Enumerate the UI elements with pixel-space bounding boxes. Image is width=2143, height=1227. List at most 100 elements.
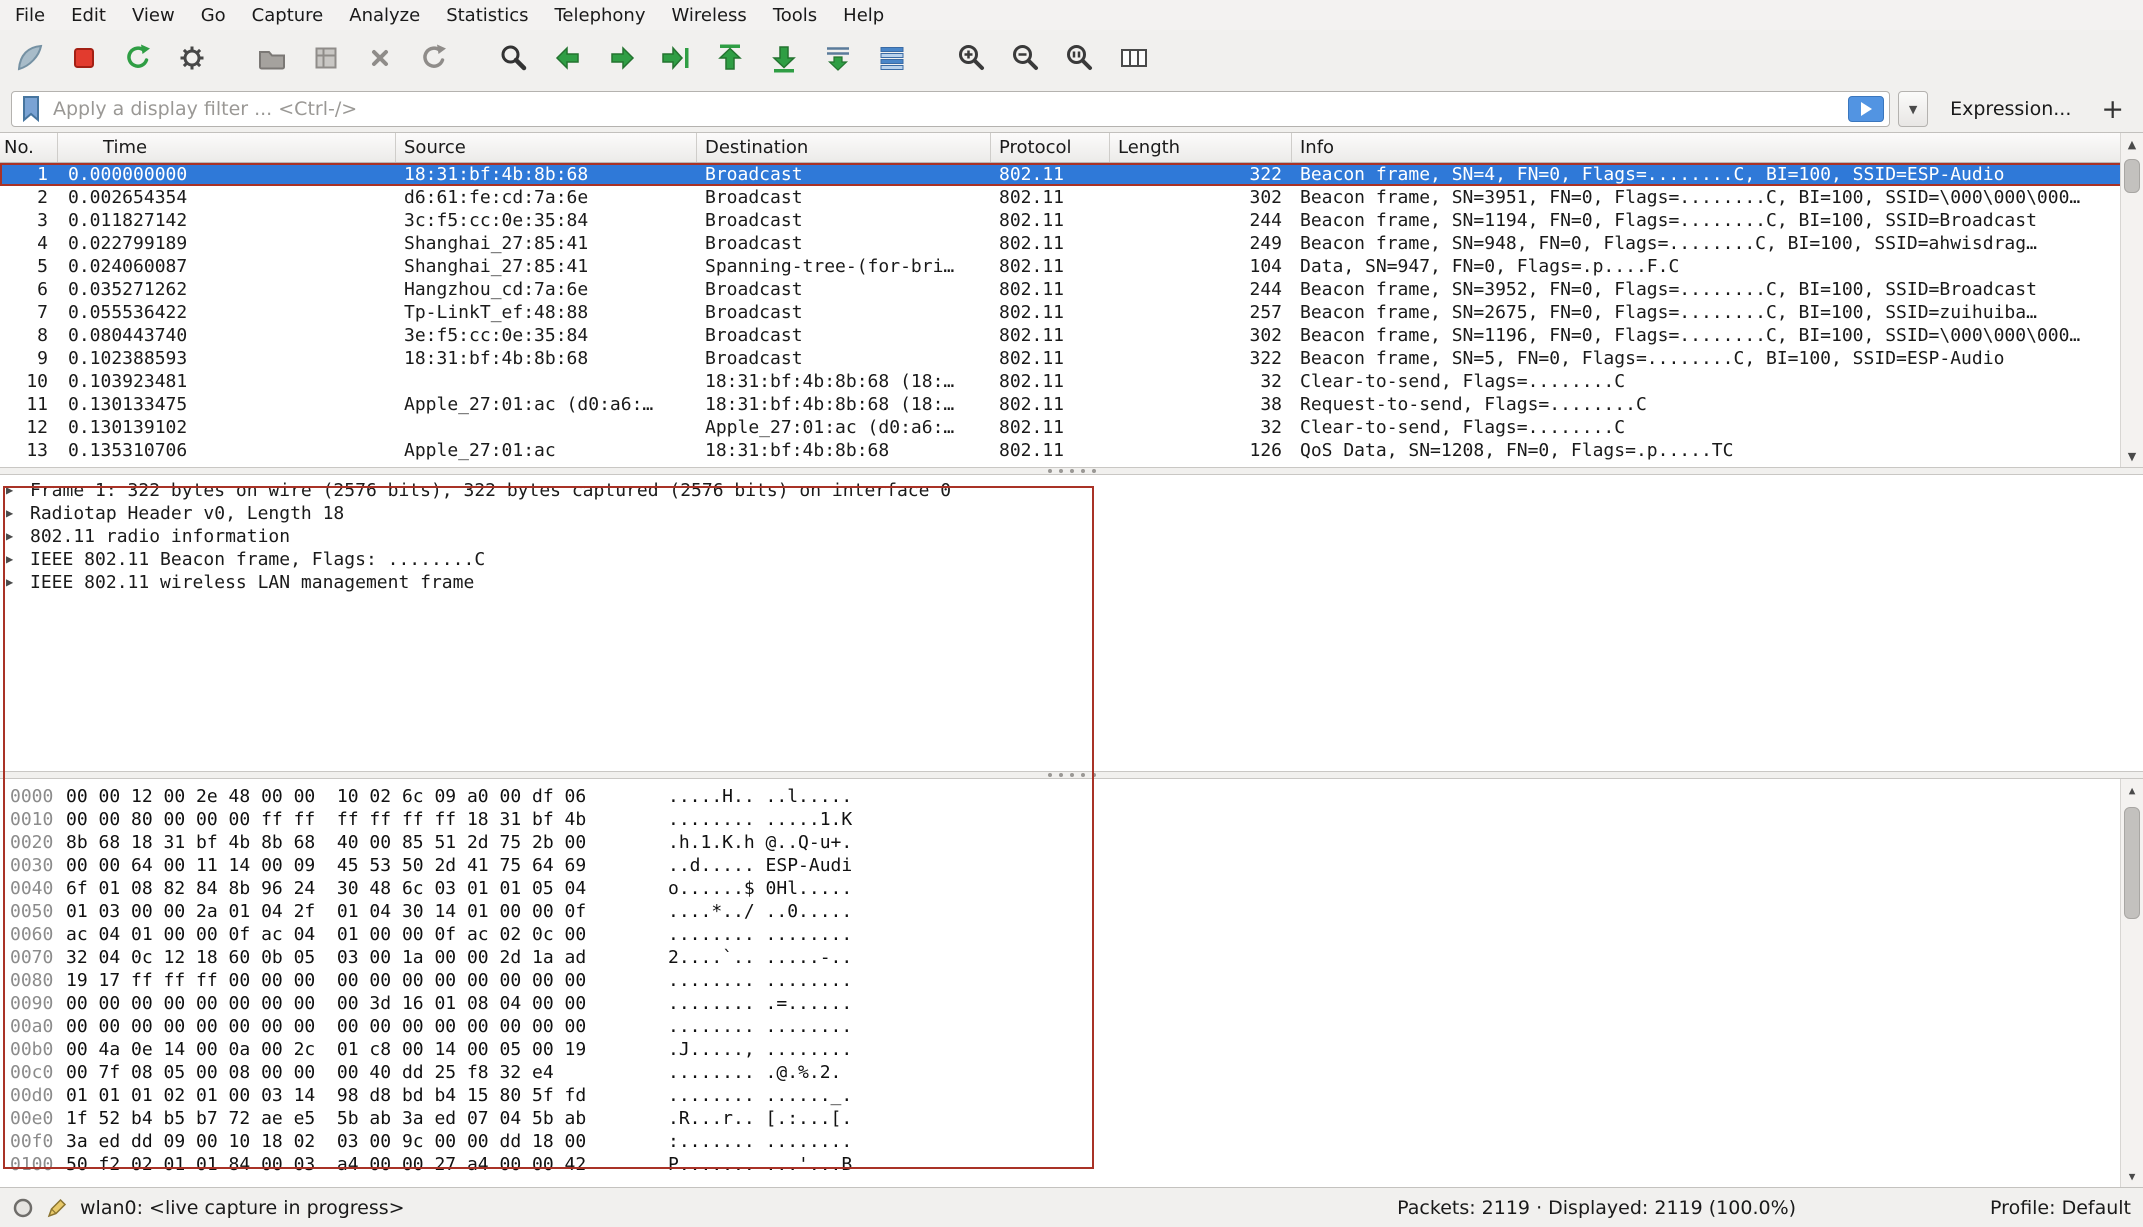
scroll-down-button[interactable]	[2121, 1165, 2143, 1187]
auto-scroll-button[interactable]	[816, 35, 860, 81]
packet-row[interactable]: 8 0.080443740 3e:f5:cc:0e:35:84 Broadcas…	[0, 324, 2143, 347]
column-header-length[interactable]: Length	[1110, 133, 1292, 162]
capture-comment-icon[interactable]	[46, 1197, 68, 1219]
scroll-up-button[interactable]	[2121, 779, 2143, 801]
packet-row[interactable]: 3 0.011827142 3c:f5:cc:0e:35:84 Broadcas…	[0, 209, 2143, 232]
scroll-up-button[interactable]	[2121, 133, 2143, 155]
column-header-no[interactable]: No.	[0, 133, 58, 162]
add-filter-button[interactable]: +	[2101, 96, 2124, 123]
save-file-button[interactable]	[304, 35, 348, 81]
hex-row[interactable]: 00c0 00 7f 08 05 00 08 00 00 00 40 dd 25…	[0, 1061, 2143, 1084]
go-back-button[interactable]	[546, 35, 590, 81]
packet-row[interactable]: 7 0.055536422 Tp-LinkT_ef:48:88 Broadcas…	[0, 301, 2143, 324]
packet-row[interactable]: 13 0.135310706 Apple_27:01:ac 18:31:bf:4…	[0, 439, 2143, 462]
hex-row[interactable]: 0050 01 03 00 00 2a 01 04 2f 01 04 30 14…	[0, 900, 2143, 923]
hex-row[interactable]: 00e0 1f 52 b4 b5 b7 72 ae e5 5b ab 3a ed…	[0, 1107, 2143, 1130]
pane-splitter[interactable]	[0, 771, 2143, 779]
packet-list-scrollbar[interactable]	[2120, 133, 2143, 467]
profile-status[interactable]: Profile: Default	[1990, 1197, 2131, 1219]
go-to-packet-button[interactable]	[654, 35, 698, 81]
go-forward-button[interactable]	[600, 35, 644, 81]
column-header-time[interactable]: Time	[58, 133, 396, 162]
column-header-source[interactable]: Source	[396, 133, 697, 162]
hex-row[interactable]: 00b0 00 4a 0e 14 00 0a 00 2c 01 c8 00 14…	[0, 1038, 2143, 1061]
menu-item[interactable]: File	[2, 0, 58, 30]
packet-row[interactable]: 10 0.103923481 18:31:bf:4b:8b:68 (18:… 8…	[0, 370, 2143, 393]
scrollbar-thumb[interactable]	[2124, 807, 2140, 919]
zoom-out-button[interactable]	[1004, 35, 1048, 81]
menu-item[interactable]: Go	[188, 0, 239, 30]
filter-history-dropdown[interactable]: ▼	[1898, 91, 1928, 127]
packet-detail-line[interactable]: IEEE 802.11 Beacon frame, Flags: .......…	[0, 548, 2143, 571]
menu-item[interactable]: Edit	[58, 0, 119, 30]
menu-item[interactable]: Tools	[760, 0, 830, 30]
hex-row[interactable]: 0080 19 17 ff ff ff 00 00 00 00 00 00 00…	[0, 969, 2143, 992]
pane-splitter[interactable]	[0, 467, 2143, 475]
close-file-button[interactable]	[358, 35, 402, 81]
hex-row[interactable]: 0010 00 00 80 00 00 00 ff ff ff ff ff ff…	[0, 808, 2143, 831]
hex-row[interactable]: 0030 00 00 64 00 11 14 00 09 45 53 50 2d…	[0, 854, 2143, 877]
find-packet-button[interactable]	[492, 35, 536, 81]
hex-row[interactable]: 0000 00 00 12 00 2e 48 00 00 10 02 6c 09…	[0, 785, 2143, 808]
open-file-button[interactable]	[250, 35, 294, 81]
packet-row[interactable]: 5 0.024060087 Shanghai_27:85:41 Spanning…	[0, 255, 2143, 278]
scroll-down-button[interactable]	[2121, 445, 2143, 467]
filter-bookmark-icon[interactable]	[19, 94, 45, 124]
last-packet-button[interactable]	[762, 35, 806, 81]
menu-item[interactable]: Analyze	[336, 0, 433, 30]
hex-row[interactable]: 0020 8b 68 18 31 bf 4b 8b 68 40 00 85 51…	[0, 831, 2143, 854]
menu-item[interactable]: View	[119, 0, 188, 30]
stop-capture-button[interactable]	[62, 35, 106, 81]
zoom-reset-button[interactable]	[1058, 35, 1102, 81]
scrollbar-thumb[interactable]	[2124, 159, 2140, 193]
display-filter-input[interactable]	[53, 98, 1840, 120]
hex-row[interactable]: 00f0 3a ed dd 09 00 10 18 02 03 00 9c 00…	[0, 1130, 2143, 1153]
hex-bytes: 32 04 0c 12 18 60 0b 05 03 00 1a 00 00 2…	[66, 946, 668, 969]
packet-row[interactable]: 6 0.035271262 Hangzhou_cd:7a:6e Broadcas…	[0, 278, 2143, 301]
hex-row[interactable]: 00d0 01 01 01 02 01 00 03 14 98 d8 bd b4…	[0, 1084, 2143, 1107]
menu-item[interactable]: Help	[830, 0, 897, 30]
hex-pane-scrollbar[interactable]	[2120, 779, 2143, 1187]
first-packet-button[interactable]	[708, 35, 752, 81]
packet-detail-line[interactable]: Frame 1: 322 bytes on wire (2576 bits), …	[0, 479, 2143, 502]
restart-capture-button[interactable]	[116, 35, 160, 81]
packet-row[interactable]: 4 0.022799189 Shanghai_27:85:41 Broadcas…	[0, 232, 2143, 255]
hex-row[interactable]: 0040 6f 01 08 82 84 8b 96 24 30 48 6c 03…	[0, 877, 2143, 900]
hex-bytes: 00 4a 0e 14 00 0a 00 2c 01 c8 00 14 00 0…	[66, 1038, 668, 1061]
hex-row[interactable]: 0090 00 00 00 00 00 00 00 00 00 3d 16 01…	[0, 992, 2143, 1015]
packet-row[interactable]: 11 0.130133475 Apple_27:01:ac (d0:a6:… 1…	[0, 393, 2143, 416]
packet-row[interactable]: 12 0.130139102 Apple_27:01:ac (d0:a6:… 8…	[0, 416, 2143, 439]
column-header-destination[interactable]: Destination	[697, 133, 991, 162]
cell-source: d6:61:fe:cd:7a:6e	[396, 186, 697, 209]
expert-info-icon[interactable]	[12, 1197, 34, 1219]
hex-offset: 00b0	[0, 1038, 66, 1061]
column-header-protocol[interactable]: Protocol	[991, 133, 1110, 162]
column-header-info[interactable]: Info	[1292, 133, 2143, 162]
menu-item[interactable]: Statistics	[433, 0, 541, 30]
hex-row[interactable]: 0100 50 f2 02 01 01 84 00 03 a4 00 00 27…	[0, 1153, 2143, 1176]
zoom-in-button[interactable]	[950, 35, 994, 81]
menu-item[interactable]: Telephony	[541, 0, 658, 30]
cell-source: Shanghai_27:85:41	[396, 255, 697, 278]
hex-row[interactable]: 0060 ac 04 01 00 00 0f ac 04 01 00 00 0f…	[0, 923, 2143, 946]
expression-button[interactable]: Expression...	[1950, 98, 2071, 120]
packet-detail-line[interactable]: 802.11 radio information	[0, 525, 2143, 548]
apply-filter-button[interactable]	[1848, 96, 1884, 122]
packet-detail-line[interactable]: Radiotap Header v0, Length 18	[0, 502, 2143, 525]
menu-item[interactable]: Wireless	[658, 0, 759, 30]
packet-row[interactable]: 1 0.000000000 18:31:bf:4b:8b:68 Broadcas…	[0, 163, 2143, 186]
packet-row[interactable]: 9 0.102388593 18:31:bf:4b:8b:68 Broadcas…	[0, 347, 2143, 370]
capture-options-button[interactable]	[170, 35, 214, 81]
hex-row[interactable]: 0070 32 04 0c 12 18 60 0b 05 03 00 1a 00…	[0, 946, 2143, 969]
menu-item[interactable]: Capture	[239, 0, 337, 30]
reload-file-button[interactable]	[412, 35, 456, 81]
start-capture-button[interactable]	[8, 35, 52, 81]
resize-columns-button[interactable]	[1112, 35, 1156, 81]
cell-length: 322	[1110, 163, 1292, 186]
colorize-button[interactable]	[870, 35, 914, 81]
stop-icon	[67, 41, 101, 75]
packet-detail-line[interactable]: IEEE 802.11 wireless LAN management fram…	[0, 571, 2143, 594]
cell-destination: 18:31:bf:4b:8b:68 (18:…	[697, 393, 991, 416]
hex-row[interactable]: 00a0 00 00 00 00 00 00 00 00 00 00 00 00…	[0, 1015, 2143, 1038]
packet-row[interactable]: 2 0.002654354 d6:61:fe:cd:7a:6e Broadcas…	[0, 186, 2143, 209]
